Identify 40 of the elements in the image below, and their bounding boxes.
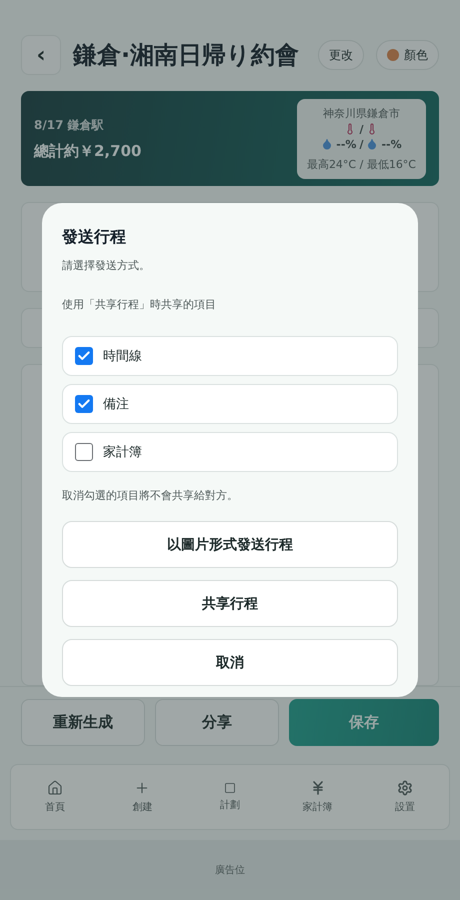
action-button[interactable]: 分享: [155, 699, 280, 746]
back-button[interactable]: ‹: [21, 35, 61, 75]
temperature-range: 最高24°C / 最低16°C: [306, 156, 416, 172]
dialog-button[interactable]: 以圖片形式發送行程: [62, 521, 398, 568]
color-button[interactable]: 顏色: [376, 40, 439, 70]
check-icon: [77, 397, 91, 411]
square-icon: [224, 782, 236, 794]
page-title: 鎌倉·湘南日帰り約會: [73, 40, 300, 71]
nav-item[interactable]: 家計簿: [274, 765, 362, 829]
total-cost: 總計約￥2,700: [34, 142, 142, 160]
action-button[interactable]: 重新生成: [21, 699, 146, 746]
weather-location: 神奈川県鎌倉市: [322, 106, 400, 120]
dialog-note: 取消勾選的項目將不會共享給對方。: [62, 488, 239, 503]
date-place: 8/17 鎌倉駅: [34, 116, 105, 134]
checkbox-option[interactable]: 時間線: [62, 336, 398, 376]
edit-button[interactable]: 更改: [318, 40, 364, 70]
separator: /: [359, 138, 364, 150]
settings-icon: [397, 780, 414, 796]
checkbox-option[interactable]: 備注: [62, 384, 398, 424]
nav-item[interactable]: 首頁: [11, 765, 99, 829]
nav-item[interactable]: 創建: [98, 765, 186, 829]
dialog-subtitle: 請選擇發送方式。: [62, 258, 151, 273]
droplet-icon: [366, 138, 378, 150]
separator: /: [359, 122, 364, 136]
ad-label: 廣告位: [215, 864, 245, 877]
checkbox-option[interactable]: 家計簿: [62, 432, 398, 472]
droplet-icon: [321, 138, 334, 150]
section-label: 使用「共享行程」時共享的項目: [62, 297, 217, 312]
humidity-value: --%: [381, 138, 402, 150]
checkbox[interactable]: [75, 347, 93, 365]
checkbox[interactable]: [75, 443, 93, 461]
nav-item[interactable]: 設置: [361, 765, 449, 829]
checkbox[interactable]: [75, 395, 93, 413]
dialog-button[interactable]: 取消: [62, 639, 398, 686]
home-icon: [46, 780, 63, 796]
humidity-value: --%: [336, 138, 356, 150]
dialog-button[interactable]: 共享行程: [62, 580, 398, 627]
nav-item[interactable]: 計劃: [186, 765, 274, 829]
dialog-title: 發送行程: [62, 227, 127, 248]
check-icon: [77, 349, 91, 363]
